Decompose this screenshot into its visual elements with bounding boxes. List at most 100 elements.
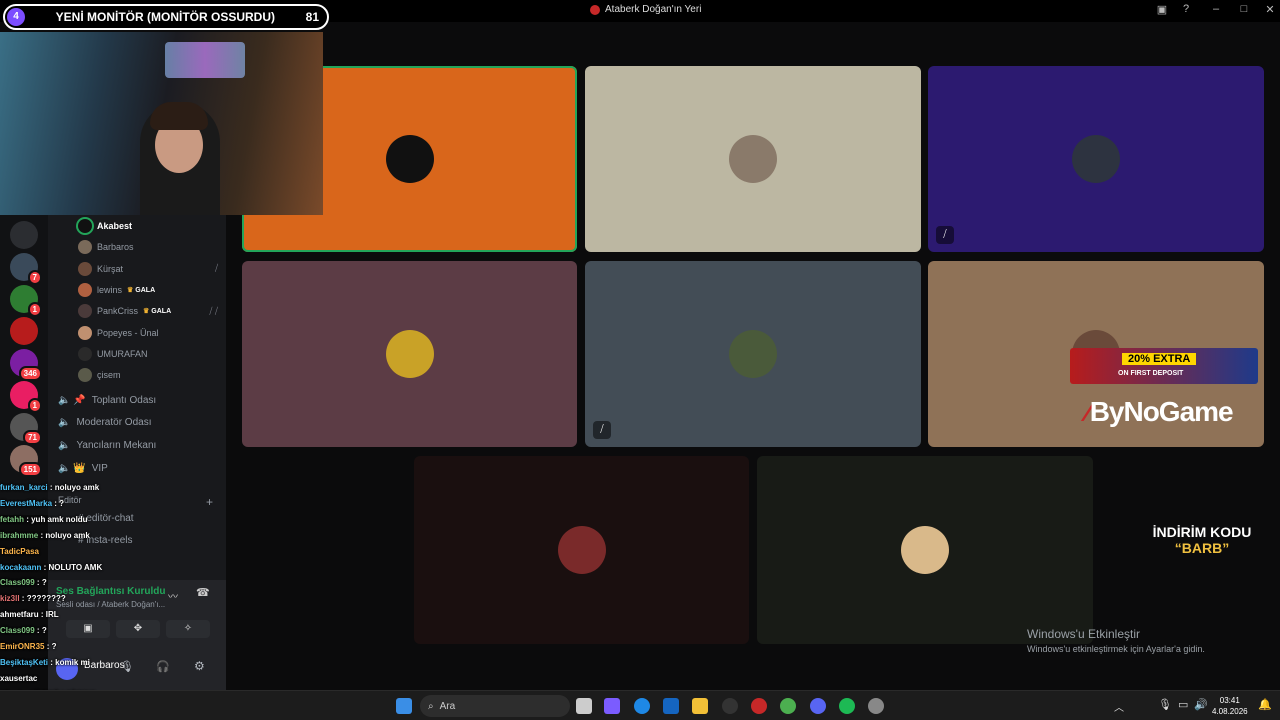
promo-code: İNDİRİM KODU “BARB” — [1142, 524, 1262, 556]
voice-member[interactable]: çisem — [78, 366, 218, 384]
participant-tile[interactable] — [585, 66, 921, 252]
server-icon[interactable]: 346 — [10, 349, 42, 381]
server-icon[interactable]: 1 — [10, 381, 42, 413]
chat-message: xausertac — [0, 671, 140, 687]
tray-chevron-icon[interactable]: ︿ — [1114, 699, 1124, 714]
member-name: Barbaros — [97, 242, 134, 253]
chat-user: EverestMarka — [0, 498, 53, 508]
promo-line2: “BARB” — [1174, 540, 1230, 556]
participant-tile[interactable] — [414, 456, 749, 644]
taskbar-clock[interactable]: 03:41 4.08.2026 — [1212, 695, 1248, 717]
add-channel-icon[interactable]: + — [206, 495, 213, 509]
taskbar-search[interactable]: ⌕ Ara — [420, 695, 570, 717]
copilot-icon[interactable] — [604, 698, 620, 714]
voice-channel-name: Yancıların Mekanı — [76, 439, 157, 451]
chat-message: Class099 : ? — [0, 623, 140, 639]
server-icon[interactable]: 7 — [10, 253, 42, 285]
voice-channel-name: VIP — [91, 462, 108, 474]
xbox-icon[interactable] — [722, 698, 738, 714]
volume-icon[interactable]: 🔊 — [1194, 698, 1208, 711]
server-icon[interactable]: 1 — [10, 285, 42, 317]
app-icon[interactable] — [868, 698, 884, 714]
speaker-icon: 🔈 — [58, 439, 71, 451]
minimize-button[interactable]: – — [1208, 3, 1224, 15]
voice-member[interactable]: Kürşat ⧸ — [78, 260, 218, 278]
participant-tile[interactable]: ⧸ — [928, 66, 1264, 252]
help-icon[interactable]: ? — [1178, 3, 1194, 15]
chat-message: kiz3ll : ???????? — [0, 591, 140, 607]
headphones-icon[interactable]: 🎧 — [156, 660, 170, 673]
close-button[interactable]: ✕ — [1262, 3, 1278, 16]
disconnect-icon[interactable]: ☎ — [196, 586, 210, 599]
voice-member[interactable]: PankCriss GALA ⧸ ⧸ — [78, 302, 218, 320]
server-badge: 346 — [18, 366, 42, 381]
windows-start-icon[interactable] — [396, 698, 412, 714]
outlook-icon[interactable] — [663, 698, 679, 714]
chat-sep: : — [44, 642, 52, 652]
chat-message: TadicPasa — [0, 544, 140, 560]
participant-tile[interactable]: ⧸ — [585, 261, 921, 447]
stream-title: YENİ MONİTÖR (MONİTÖR OSSURDU) — [55, 10, 275, 24]
window-title: Ataberk Doğan'ın Yeri — [590, 4, 701, 15]
edge-icon[interactable] — [634, 698, 650, 714]
chat-user: EmirONR35 — [0, 642, 45, 652]
inbox-icon[interactable]: ▣ — [1154, 3, 1170, 16]
member-avatar — [78, 240, 92, 255]
chat-message: ahmetfaru : IRL — [0, 607, 140, 623]
soundboard-button[interactable]: ✧ — [166, 620, 210, 638]
chat-overlay: furkan_karci : noluyo amk EverestMarka : … — [0, 480, 140, 720]
server-badge: 1 — [27, 302, 42, 317]
chat-user: xausertac — [0, 673, 38, 683]
promo-line1: İNDİRİM KODU — [1152, 524, 1252, 540]
discord-icon[interactable] — [810, 698, 826, 714]
cube-decoration — [165, 42, 245, 78]
notification-icon[interactable]: 🔔 — [1258, 698, 1272, 711]
voice-channel[interactable]: 🔈 👑 VIP — [58, 459, 108, 477]
opera-icon[interactable] — [751, 698, 767, 714]
voice-wave-icon[interactable]: 〰 — [168, 588, 178, 603]
chat-message: EverestMarka : ? — [0, 496, 140, 512]
voice-channel[interactable]: 🔈 Moderatör Odası — [58, 414, 152, 432]
settings-gear-icon[interactable]: ⚙ — [194, 659, 205, 673]
mic-tray-icon[interactable]: 🎙 — [1158, 698, 1172, 711]
voice-member[interactable]: Akabest — [78, 217, 218, 235]
chat-user: BeşiktaşKeti — [0, 657, 49, 667]
server-icon[interactable] — [10, 221, 38, 249]
member-avatar — [78, 219, 92, 233]
server-badge: 71 — [23, 430, 42, 445]
voice-channel[interactable]: 🔈 Yancıların Mekanı — [58, 436, 156, 454]
member-avatar — [78, 304, 92, 319]
server-icon[interactable]: 71 — [10, 413, 42, 445]
server-badge: 7 — [27, 270, 42, 285]
file-explorer-icon[interactable] — [692, 698, 708, 714]
member-name: lewins — [97, 284, 123, 295]
chat-message: kocakaann : NOLUTO AMK — [0, 560, 140, 576]
server-rail: 7 1 346 1 71 151 — [0, 215, 48, 515]
window-title-text: Ataberk Doğan'ın Yeri — [605, 4, 702, 15]
member-name: Akabest — [97, 221, 133, 231]
streamer-hair — [150, 102, 208, 130]
chat-user: ibrahmme — [0, 530, 39, 540]
maximize-button[interactable]: □ — [1236, 3, 1252, 15]
chrome-icon[interactable] — [780, 698, 796, 714]
voice-member[interactable]: lewins GALA — [78, 281, 218, 299]
voice-member[interactable]: Barbaros — [78, 238, 218, 256]
stream-count: 81 — [305, 10, 319, 24]
chat-user: kocakaann — [0, 562, 42, 572]
participant-tile[interactable] — [242, 261, 577, 447]
server-icon[interactable] — [10, 317, 38, 345]
viewer-badge: 4 — [7, 8, 25, 26]
task-view-icon[interactable] — [576, 698, 592, 714]
voice-member[interactable]: UMURAFAN — [78, 345, 218, 363]
muted-icon: ⧸ — [936, 226, 954, 244]
search-icon: ⌕ — [428, 700, 434, 712]
clock-time: 03:41 — [1219, 696, 1240, 705]
network-icon[interactable]: ▭ — [1178, 698, 1188, 711]
participant-tile[interactable] — [757, 456, 1093, 644]
spotify-icon[interactable] — [839, 698, 855, 714]
member-avatar — [78, 368, 92, 383]
voice-member[interactable]: Popeyes - Ünal — [78, 324, 218, 342]
voice-channel[interactable]: 🔈 📌 Toplantı Odası — [58, 391, 156, 409]
server-icon[interactable]: 151 — [10, 445, 42, 477]
member-name: Kürşat — [97, 263, 124, 274]
